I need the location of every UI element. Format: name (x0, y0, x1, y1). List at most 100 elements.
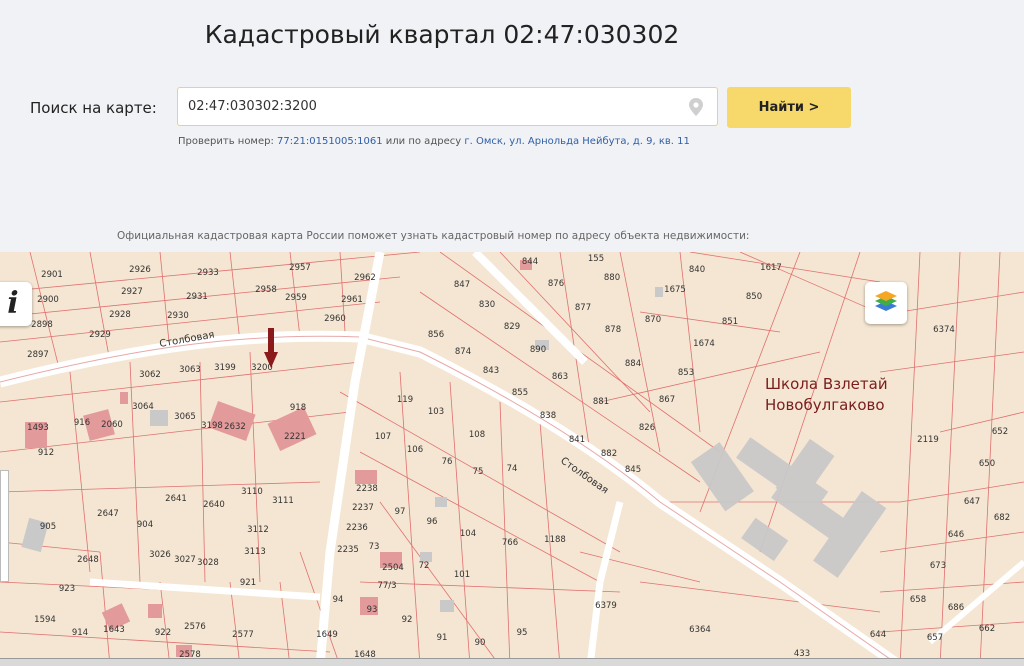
parcel-boundary (899, 481, 1024, 503)
parcel-label: 1675 (664, 285, 686, 295)
search-label: Поиск на карте: (30, 99, 157, 117)
parcel-label: 870 (645, 315, 661, 325)
parcel-label: 2647 (97, 509, 119, 519)
parcel-label: 75 (473, 467, 484, 477)
parcel-label: 673 (930, 561, 946, 571)
parcel-label: 844 (522, 257, 538, 267)
info-button[interactable]: i (0, 282, 32, 326)
parcel-labels: 2901 2926 2933 2957 2962 2900 2927 2931 2958 2959… (27, 254, 1010, 660)
parcel-label: 6374 (933, 325, 955, 335)
parcel-label: 3028 (197, 558, 219, 568)
parcel-label: 650 (979, 459, 995, 469)
parcel-label: 3026 (149, 550, 171, 560)
parcel-label: 1617 (760, 263, 782, 273)
parcel-label: 2962 (354, 273, 376, 283)
parcel-label: 155 (588, 254, 604, 264)
parcel-label: 2961 (341, 295, 363, 305)
parcel-label: 74 (507, 464, 518, 474)
parcel-label: 845 (625, 465, 641, 475)
parcel-label: 855 (512, 388, 528, 398)
parcel-label: 856 (428, 330, 444, 340)
parcel-label: 2640 (203, 500, 225, 510)
parcel-label: 878 (605, 325, 621, 335)
parcel-label: 92 (402, 615, 413, 625)
parcel-boundary (229, 252, 241, 343)
parcel-label: 662 (979, 624, 995, 634)
parcel-label: 3065 (174, 412, 196, 422)
parcel-label: 1649 (316, 630, 338, 640)
parcel-label: 2632 (224, 422, 246, 432)
map-marker-icon[interactable] (264, 328, 278, 368)
parcel-boundary (199, 361, 206, 583)
parcel-label: 2960 (324, 314, 346, 324)
parcel-label: 97 (395, 507, 406, 517)
info-text: Официальная кадастровая карта России пом… (117, 230, 750, 242)
parcel-label: 3199 (214, 363, 236, 373)
parcel-label: 3110 (241, 487, 263, 497)
parcel-label: 2900 (37, 295, 59, 305)
search-box[interactable] (177, 87, 718, 126)
parcel-label: 72 (419, 561, 430, 571)
parcel-label: 3027 (174, 555, 196, 565)
search-input[interactable] (188, 88, 678, 125)
bottom-bar (0, 658, 1024, 666)
parcel-label: 2926 (129, 265, 151, 275)
parcel-label: 874 (455, 347, 471, 357)
parcel-label: 850 (746, 292, 762, 302)
parcel-label: 101 (454, 570, 470, 580)
parcel-boundary (0, 481, 321, 493)
parcel-boundary (899, 291, 1024, 313)
parcel-label: 91 (437, 633, 448, 643)
parcel-label: 890 (530, 345, 546, 355)
parcel-boundary (159, 581, 171, 666)
parcel-label: 867 (659, 395, 675, 405)
parcel-label: 863 (552, 372, 568, 382)
hint-prefix: Проверить номер: (178, 136, 274, 147)
parcel-label: 841 (569, 435, 585, 445)
parcel-label: 2238 (356, 484, 378, 494)
parcel-label: 923 (59, 584, 75, 594)
layers-icon (875, 291, 897, 311)
hint-number-link[interactable]: 77:21:0151005:1061 (277, 136, 383, 147)
parcel-boundary (619, 252, 661, 453)
parcel-label: 107 (375, 432, 391, 442)
parcel-label: 2931 (186, 292, 208, 302)
parcel-label: 876 (548, 279, 564, 289)
parcel-boundary (129, 361, 141, 583)
parcel-label: 3064 (132, 402, 154, 412)
parcel-label: 73 (369, 542, 380, 552)
location-pin-icon[interactable] (689, 98, 703, 116)
parcel-label: 2060 (101, 420, 123, 430)
layers-button[interactable] (865, 282, 907, 324)
parcel-boundary (359, 581, 621, 593)
parcel-label: 647 (964, 497, 980, 507)
page-title: Кадастровый квартал 02:47:030302 (204, 20, 680, 49)
parcel-label: 2930 (167, 311, 189, 321)
parcel-label: 1493 (27, 423, 49, 433)
parcel-label: 6379 (595, 601, 617, 611)
left-panel-edge (0, 470, 9, 582)
parcel-label: 882 (601, 449, 617, 459)
parcel-label: 2901 (41, 270, 63, 280)
hint-address-link[interactable]: г. Омск, ул. Арнольда Нейбута, д. 9, кв.… (464, 136, 690, 147)
parcel-label: 916 (74, 418, 90, 428)
parcel-label: 826 (639, 423, 655, 433)
parcel-label: 96 (427, 517, 438, 527)
parcel-label: 2641 (165, 494, 187, 504)
parcel-label: 2929 (89, 330, 111, 340)
school-label-line1: Школа Взлетай (765, 375, 888, 393)
parcel-label: 877 (575, 303, 591, 313)
parcel-label: 103 (428, 407, 444, 417)
hint-middle: или по адресу (385, 136, 462, 147)
parcel-label: 912 (38, 448, 54, 458)
parcel-label: 652 (992, 427, 1008, 437)
parcel-label: 3062 (139, 370, 161, 380)
parcel-label: 904 (137, 520, 153, 530)
parcel-label: 921 (240, 578, 256, 588)
parcel-label: 106 (407, 445, 423, 455)
parcel-boundary (69, 371, 91, 573)
find-button[interactable]: Найти > (727, 87, 851, 128)
parcel-label: 2927 (121, 287, 143, 297)
parcel-label: 76 (442, 457, 453, 467)
parcel-label: 77/3 (377, 581, 396, 591)
